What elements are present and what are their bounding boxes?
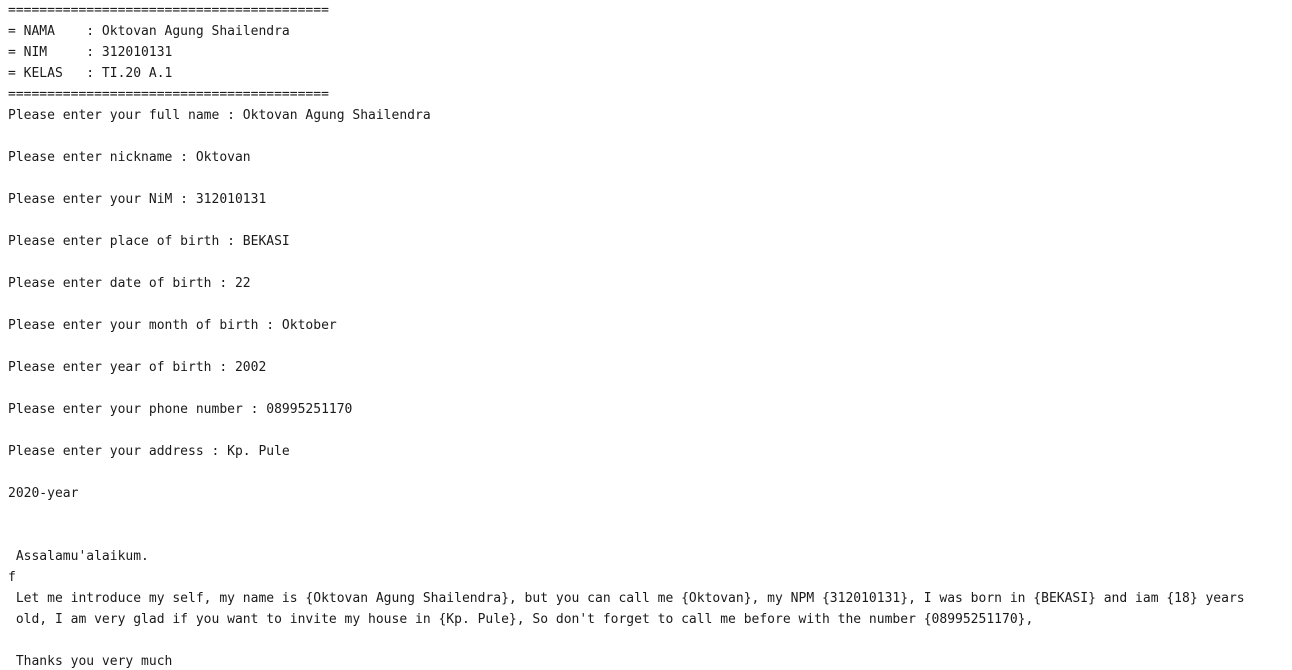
prompt-address: Please enter your address : Kp. Pule (8, 444, 290, 459)
prompt-phone-number: Please enter your phone number : 0899525… (8, 402, 353, 417)
year-line: 2020-year (8, 486, 79, 501)
prompt-date-of-birth: Please enter date of birth : 22 (8, 276, 251, 291)
console-output: ========================================… (0, 0, 1292, 670)
letter-body-line-2: old, I am very glad if you want to invit… (8, 612, 1034, 627)
letter-stray-char: f (8, 570, 16, 585)
header-rule-top: ========================================… (8, 3, 329, 18)
letter-closing: Thanks you very much (8, 654, 173, 669)
letter-body-line-1: Let me introduce my self, my name is {Ok… (8, 591, 1245, 606)
prompt-full-name: Please enter your full name : Oktovan Ag… (8, 108, 431, 123)
header-rule-bottom: ========================================… (8, 87, 329, 102)
prompt-year-of-birth: Please enter year of birth : 2002 (8, 360, 267, 375)
letter-greeting: Assalamu'alaikum. (8, 549, 149, 564)
prompt-nim: Please enter your NiM : 312010131 (8, 192, 267, 207)
header-kelas: = KELAS : TI.20 A.1 (8, 66, 173, 81)
prompt-month-of-birth: Please enter your month of birth : Oktob… (8, 318, 337, 333)
prompt-place-of-birth: Please enter place of birth : BEKASI (8, 234, 290, 249)
prompt-nickname: Please enter nickname : Oktovan (8, 150, 251, 165)
header-nama: = NAMA : Oktovan Agung Shailendra (8, 24, 290, 39)
header-nim: = NIM : 312010131 (8, 45, 173, 60)
